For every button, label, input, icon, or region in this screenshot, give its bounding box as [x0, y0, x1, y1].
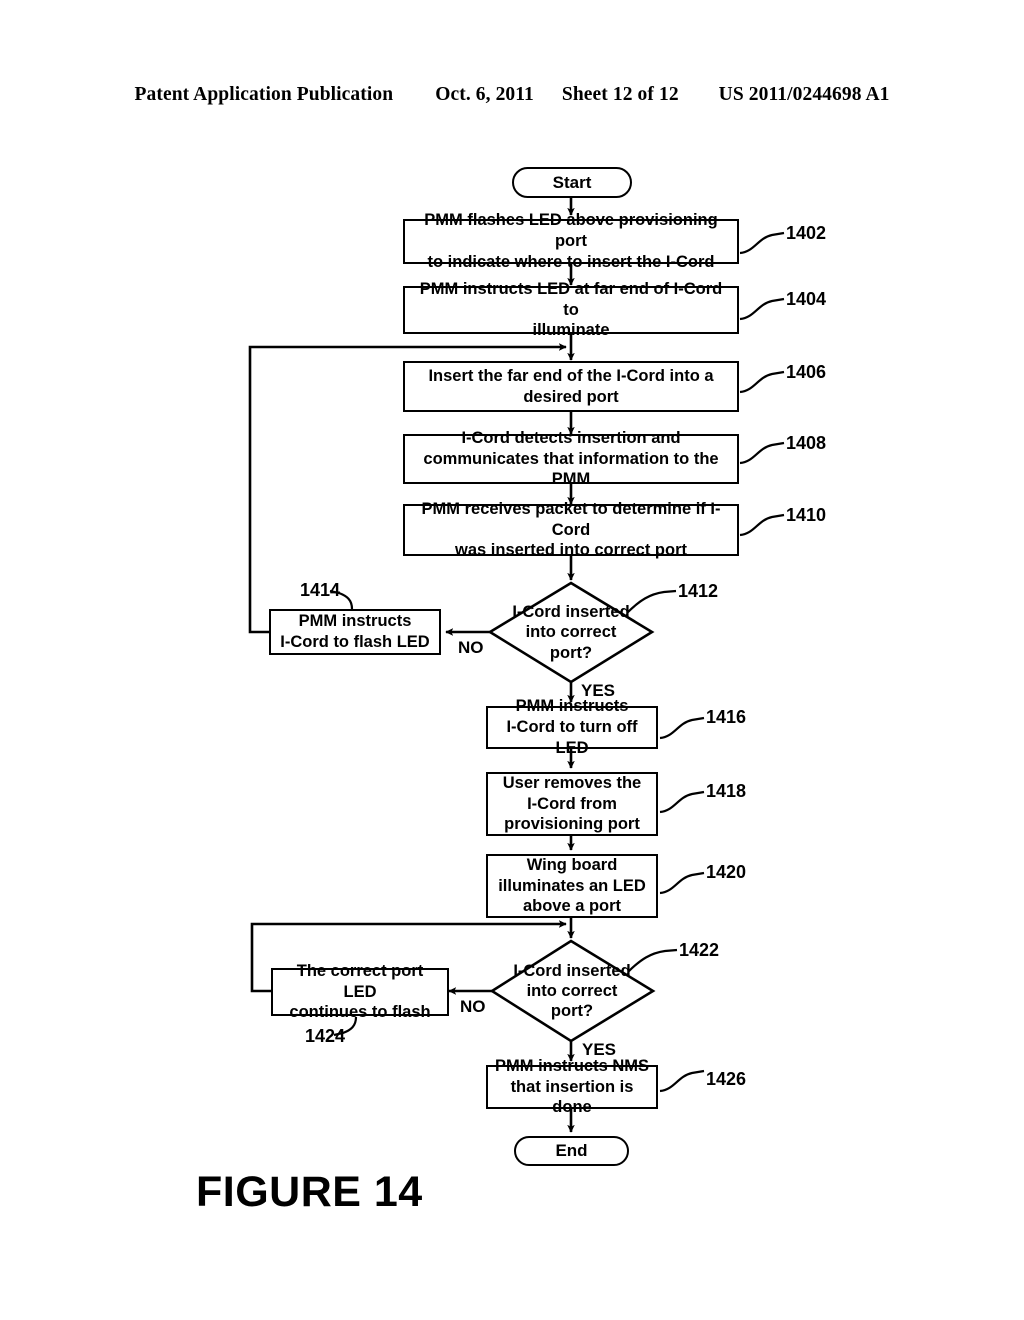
node-1404: PMM instructs LED at far end of I-Cord t… — [403, 280, 739, 339]
leader-1418 — [659, 790, 705, 814]
leader-1404 — [739, 297, 785, 321]
node-1424-line1: The correct port LED — [296, 961, 424, 1001]
node-1410-line1: PMM receives packet to determine if I-Co… — [421, 499, 721, 539]
leader-1406 — [739, 370, 785, 394]
node-1422-line3: port? — [550, 1002, 594, 1021]
leader-1408 — [739, 441, 785, 465]
node-1420-line1: Wing board — [526, 855, 618, 874]
node-1410-line2: was inserted into correct port — [455, 541, 687, 560]
leader-1416 — [659, 716, 705, 740]
node-1416-line1: PMM instructs — [515, 697, 629, 716]
refnum-1414: 1414 — [300, 580, 341, 600]
node-1414-line2: I-Cord to flash LED — [280, 633, 430, 651]
refnum-1416: 1416 — [706, 707, 747, 727]
node-1402-line2: to indicate where to insert the I-Cord — [427, 252, 715, 271]
node-1404-line1: PMM instructs LED at far end of I-Cord t… — [419, 279, 723, 319]
node-1402: PMM flashes LED above provisioning port … — [403, 211, 739, 271]
node-1414: PMM instructs I-Cord to flash LED — [269, 609, 441, 655]
node-1412-line1: I-Cord inserted — [512, 603, 630, 622]
node-1416-line2: I-Cord to turn off LED — [506, 718, 638, 757]
node-1420-line3: above a port — [522, 897, 622, 916]
refnum-1418: 1418 — [706, 781, 747, 801]
leader-1420 — [659, 871, 705, 895]
node-1408: I-Cord detects insertion and communicate… — [403, 429, 739, 488]
node-1426-line1: PMM instructs NMS — [494, 1056, 649, 1075]
leader-1410 — [739, 513, 785, 537]
branch-label-no-1412: NO — [458, 638, 484, 657]
node-1422: I-Cord inserted into correct port? — [492, 941, 652, 1041]
node-1420: Wing board illuminates an LED above a po… — [486, 854, 658, 918]
node-start: Start — [512, 167, 632, 198]
node-start-label: Start — [552, 172, 592, 192]
refnum-1424: 1424 — [305, 1026, 346, 1046]
node-1412-line3: port? — [549, 643, 593, 662]
node-1414-line1: PMM instructs — [298, 612, 412, 631]
node-1424: The correct port LED continues to flash — [271, 962, 449, 1021]
node-1410: PMM receives packet to determine if I-Co… — [403, 500, 739, 559]
refnum-1404: 1404 — [786, 289, 827, 309]
node-end-label: End — [555, 1141, 588, 1160]
node-1418-line2: I-Cord from — [527, 794, 617, 813]
node-1418-line3: provisioning port — [504, 815, 640, 834]
node-1426: PMM instructs NMS that insertion is done — [486, 1057, 658, 1116]
node-1406: Insert the far end of the I-Cord into a … — [403, 361, 739, 412]
node-1416: PMM instructs I-Cord to turn off LED — [486, 697, 658, 757]
node-1422-line2: into correct — [526, 981, 618, 1000]
figure-caption: FIGURE 14 — [196, 1168, 423, 1216]
refnum-1406: 1406 — [786, 362, 827, 382]
refnum-1408: 1408 — [786, 433, 827, 453]
node-1408-line2: communicates that information to the PMM — [423, 449, 719, 489]
node-1404-line2: illuminate — [532, 321, 610, 340]
refnum-1420: 1420 — [706, 862, 747, 882]
refnum-1410: 1410 — [786, 505, 827, 525]
leader-1402 — [739, 231, 785, 255]
node-1406-line2: desired port — [523, 387, 619, 406]
refnum-1412: 1412 — [678, 581, 719, 601]
node-1402-line1: PMM flashes LED above provisioning port — [424, 211, 718, 251]
refnum-1402: 1402 — [786, 223, 827, 243]
node-1412: I-Cord inserted into correct port? — [491, 583, 651, 682]
node-1420-line2: illuminates an LED — [498, 876, 646, 895]
node-1406-line1: Insert the far end of the I-Cord into a — [428, 366, 714, 385]
branch-label-no-1422: NO — [460, 997, 486, 1016]
node-1418: User removes the I-Cord from provisionin… — [486, 772, 658, 836]
node-1418-line1: User removes the — [502, 773, 642, 792]
node-1412-line2: into correct — [525, 623, 617, 642]
node-1422-line1: I-Cord inserted — [513, 961, 631, 980]
refnum-1426: 1426 — [706, 1069, 747, 1089]
refnum-1422: 1422 — [679, 940, 720, 960]
leader-1426 — [659, 1069, 705, 1093]
node-end: End — [514, 1136, 629, 1166]
node-1426-line2: that insertion is done — [510, 1077, 634, 1117]
node-1408-line1: I-Cord detects insertion and — [461, 428, 681, 447]
node-1424-line2: continues to flash — [289, 1003, 431, 1022]
